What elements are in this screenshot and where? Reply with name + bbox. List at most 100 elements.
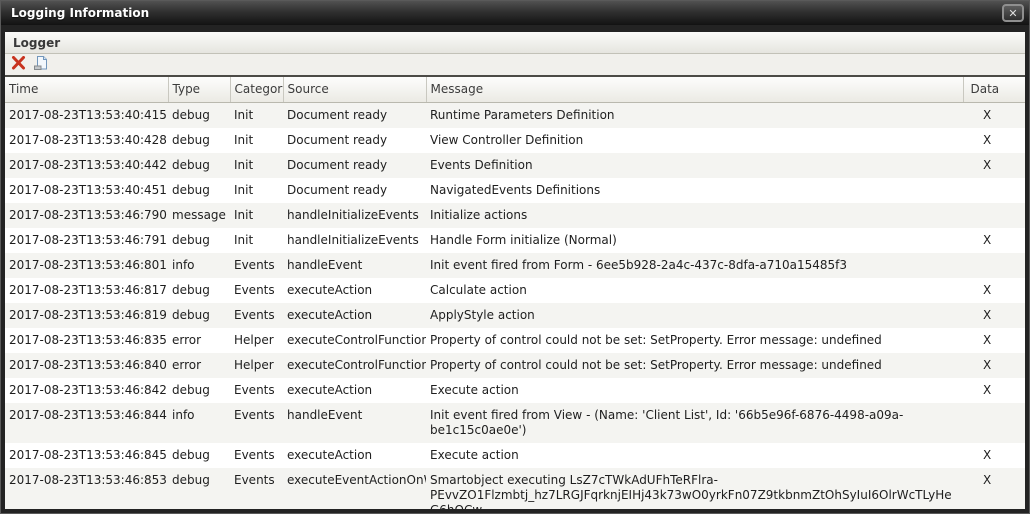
log-row[interactable]: 2017-08-23T13:53:46:842debugEventsexecut… <box>5 378 1025 403</box>
cell-data: X <box>963 468 1025 510</box>
cell-data <box>963 178 1025 203</box>
cell-type: info <box>168 403 230 443</box>
log-row[interactable]: 2017-08-23T13:53:40:415debugInitDocument… <box>5 102 1025 128</box>
cell-message: Events Definition <box>426 153 963 178</box>
log-row[interactable]: 2017-08-23T13:53:46:844infoEventshandleE… <box>5 403 1025 443</box>
cell-time: 2017-08-23T13:53:40:451 <box>5 178 168 203</box>
log-row[interactable]: 2017-08-23T13:53:46:817debugEventsexecut… <box>5 278 1025 303</box>
cell-type: debug <box>168 278 230 303</box>
cell-category: Init <box>230 228 283 253</box>
logger-toolbar <box>5 54 1025 77</box>
window-frame: Logger <box>1 25 1029 513</box>
cell-category: Events <box>230 278 283 303</box>
cell-type: debug <box>168 228 230 253</box>
log-row[interactable]: 2017-08-23T13:53:40:451debugInitDocument… <box>5 178 1025 203</box>
cell-data <box>963 403 1025 443</box>
log-row[interactable]: 2017-08-23T13:53:40:428debugInitDocument… <box>5 128 1025 153</box>
cell-category: Events <box>230 253 283 278</box>
cell-source: Document ready <box>283 153 426 178</box>
cell-source: executeControlFunction <box>283 353 426 378</box>
cell-category: Init <box>230 203 283 228</box>
cell-data: X <box>963 128 1025 153</box>
log-row[interactable]: 2017-08-23T13:53:46:801infoEventshandleE… <box>5 253 1025 278</box>
column-header-type[interactable]: Type <box>168 77 230 102</box>
clear-log-button[interactable] <box>11 56 26 74</box>
column-header-data[interactable]: Data <box>963 77 1025 102</box>
cell-message: View Controller Definition <box>426 128 963 153</box>
log-grid: TimeTypeCategorySourceMessageData 2017-0… <box>5 77 1025 509</box>
cell-category: Init <box>230 153 283 178</box>
cell-type: debug <box>168 443 230 468</box>
cell-time: 2017-08-23T13:53:46:840 <box>5 353 168 378</box>
cell-time: 2017-08-23T13:53:46:801 <box>5 253 168 278</box>
log-row[interactable]: 2017-08-23T13:53:46:790messageInithandle… <box>5 203 1025 228</box>
cell-type: info <box>168 253 230 278</box>
table-header-row: TimeTypeCategorySourceMessageData <box>5 77 1025 102</box>
cell-time: 2017-08-23T13:53:46:791 <box>5 228 168 253</box>
cell-time: 2017-08-23T13:53:46:819 <box>5 303 168 328</box>
log-table: TimeTypeCategorySourceMessageData 2017-0… <box>5 77 1025 509</box>
cell-message: ApplyStyle action <box>426 303 963 328</box>
cell-source: Document ready <box>283 102 426 128</box>
cell-time: 2017-08-23T13:53:46:817 <box>5 278 168 303</box>
cell-data: X <box>963 228 1025 253</box>
cell-message: Init event fired from View - (Name: 'Cli… <box>426 403 963 443</box>
cell-time: 2017-08-23T13:53:40:442 <box>5 153 168 178</box>
cell-message: Execute action <box>426 378 963 403</box>
cell-time: 2017-08-23T13:53:40:428 <box>5 128 168 153</box>
cell-time: 2017-08-23T13:53:46:844 <box>5 403 168 443</box>
window-title: Logging Information <box>11 6 149 20</box>
cell-message: Init event fired from Form - 6ee5b928-2a… <box>426 253 963 278</box>
cell-source: Document ready <box>283 128 426 153</box>
cell-source: handleInitializeEvents <box>283 228 426 253</box>
cell-type: debug <box>168 153 230 178</box>
column-header-category[interactable]: Category <box>230 77 283 102</box>
cell-category: Init <box>230 128 283 153</box>
cell-source: executeControlFunction <box>283 328 426 353</box>
cell-type: debug <box>168 468 230 510</box>
cell-source: handleInitializeEvents <box>283 203 426 228</box>
cell-source: handleEvent <box>283 253 426 278</box>
copy-log-button[interactable] <box>33 56 49 74</box>
log-row[interactable]: 2017-08-23T13:53:46:835errorHelperexecut… <box>5 328 1025 353</box>
cell-category: Events <box>230 303 283 328</box>
cell-category: Events <box>230 468 283 510</box>
cell-time: 2017-08-23T13:53:46:853 <box>5 468 168 510</box>
log-row[interactable]: 2017-08-23T13:53:46:840errorHelperexecut… <box>5 353 1025 378</box>
cell-data <box>963 253 1025 278</box>
cell-type: debug <box>168 178 230 203</box>
log-row[interactable]: 2017-08-23T13:53:40:442debugInitDocument… <box>5 153 1025 178</box>
cell-data: X <box>963 303 1025 328</box>
cell-type: message <box>168 203 230 228</box>
clear-icon <box>11 56 26 73</box>
column-header-message[interactable]: Message <box>426 77 963 102</box>
log-row[interactable]: 2017-08-23T13:53:46:853debugEventsexecut… <box>5 468 1025 510</box>
cell-category: Helper <box>230 353 283 378</box>
log-row[interactable]: 2017-08-23T13:53:46:819debugEventsexecut… <box>5 303 1025 328</box>
cell-category: Init <box>230 178 283 203</box>
cell-source: executeAction <box>283 278 426 303</box>
title-bar: Logging Information ✕ <box>1 1 1029 25</box>
cell-message: Runtime Parameters Definition <box>426 102 963 128</box>
cell-category: Init <box>230 102 283 128</box>
cell-category: Events <box>230 403 283 443</box>
cell-category: Helper <box>230 328 283 353</box>
logger-panel-header: Logger <box>5 32 1025 54</box>
log-row[interactable]: 2017-08-23T13:53:46:791debugInithandleIn… <box>5 228 1025 253</box>
cell-message: NavigatedEvents Definitions <box>426 178 963 203</box>
cell-time: 2017-08-23T13:53:46:842 <box>5 378 168 403</box>
table-body: 2017-08-23T13:53:40:415debugInitDocument… <box>5 102 1025 509</box>
column-header-time[interactable]: Time <box>5 77 168 102</box>
cell-data: X <box>963 353 1025 378</box>
cell-category: Events <box>230 443 283 468</box>
column-header-source[interactable]: Source <box>283 77 426 102</box>
logging-information-window: Logging Information ✕ Logger <box>0 0 1030 514</box>
cell-source: executeAction <box>283 443 426 468</box>
cell-data: X <box>963 443 1025 468</box>
cell-message: Property of control could not be set: Se… <box>426 328 963 353</box>
cell-message: Property of control could not be set: Se… <box>426 353 963 378</box>
log-row[interactable]: 2017-08-23T13:53:46:845debugEventsexecut… <box>5 443 1025 468</box>
close-button[interactable]: ✕ <box>1002 4 1024 22</box>
cell-time: 2017-08-23T13:53:46:845 <box>5 443 168 468</box>
cell-time: 2017-08-23T13:53:46:790 <box>5 203 168 228</box>
